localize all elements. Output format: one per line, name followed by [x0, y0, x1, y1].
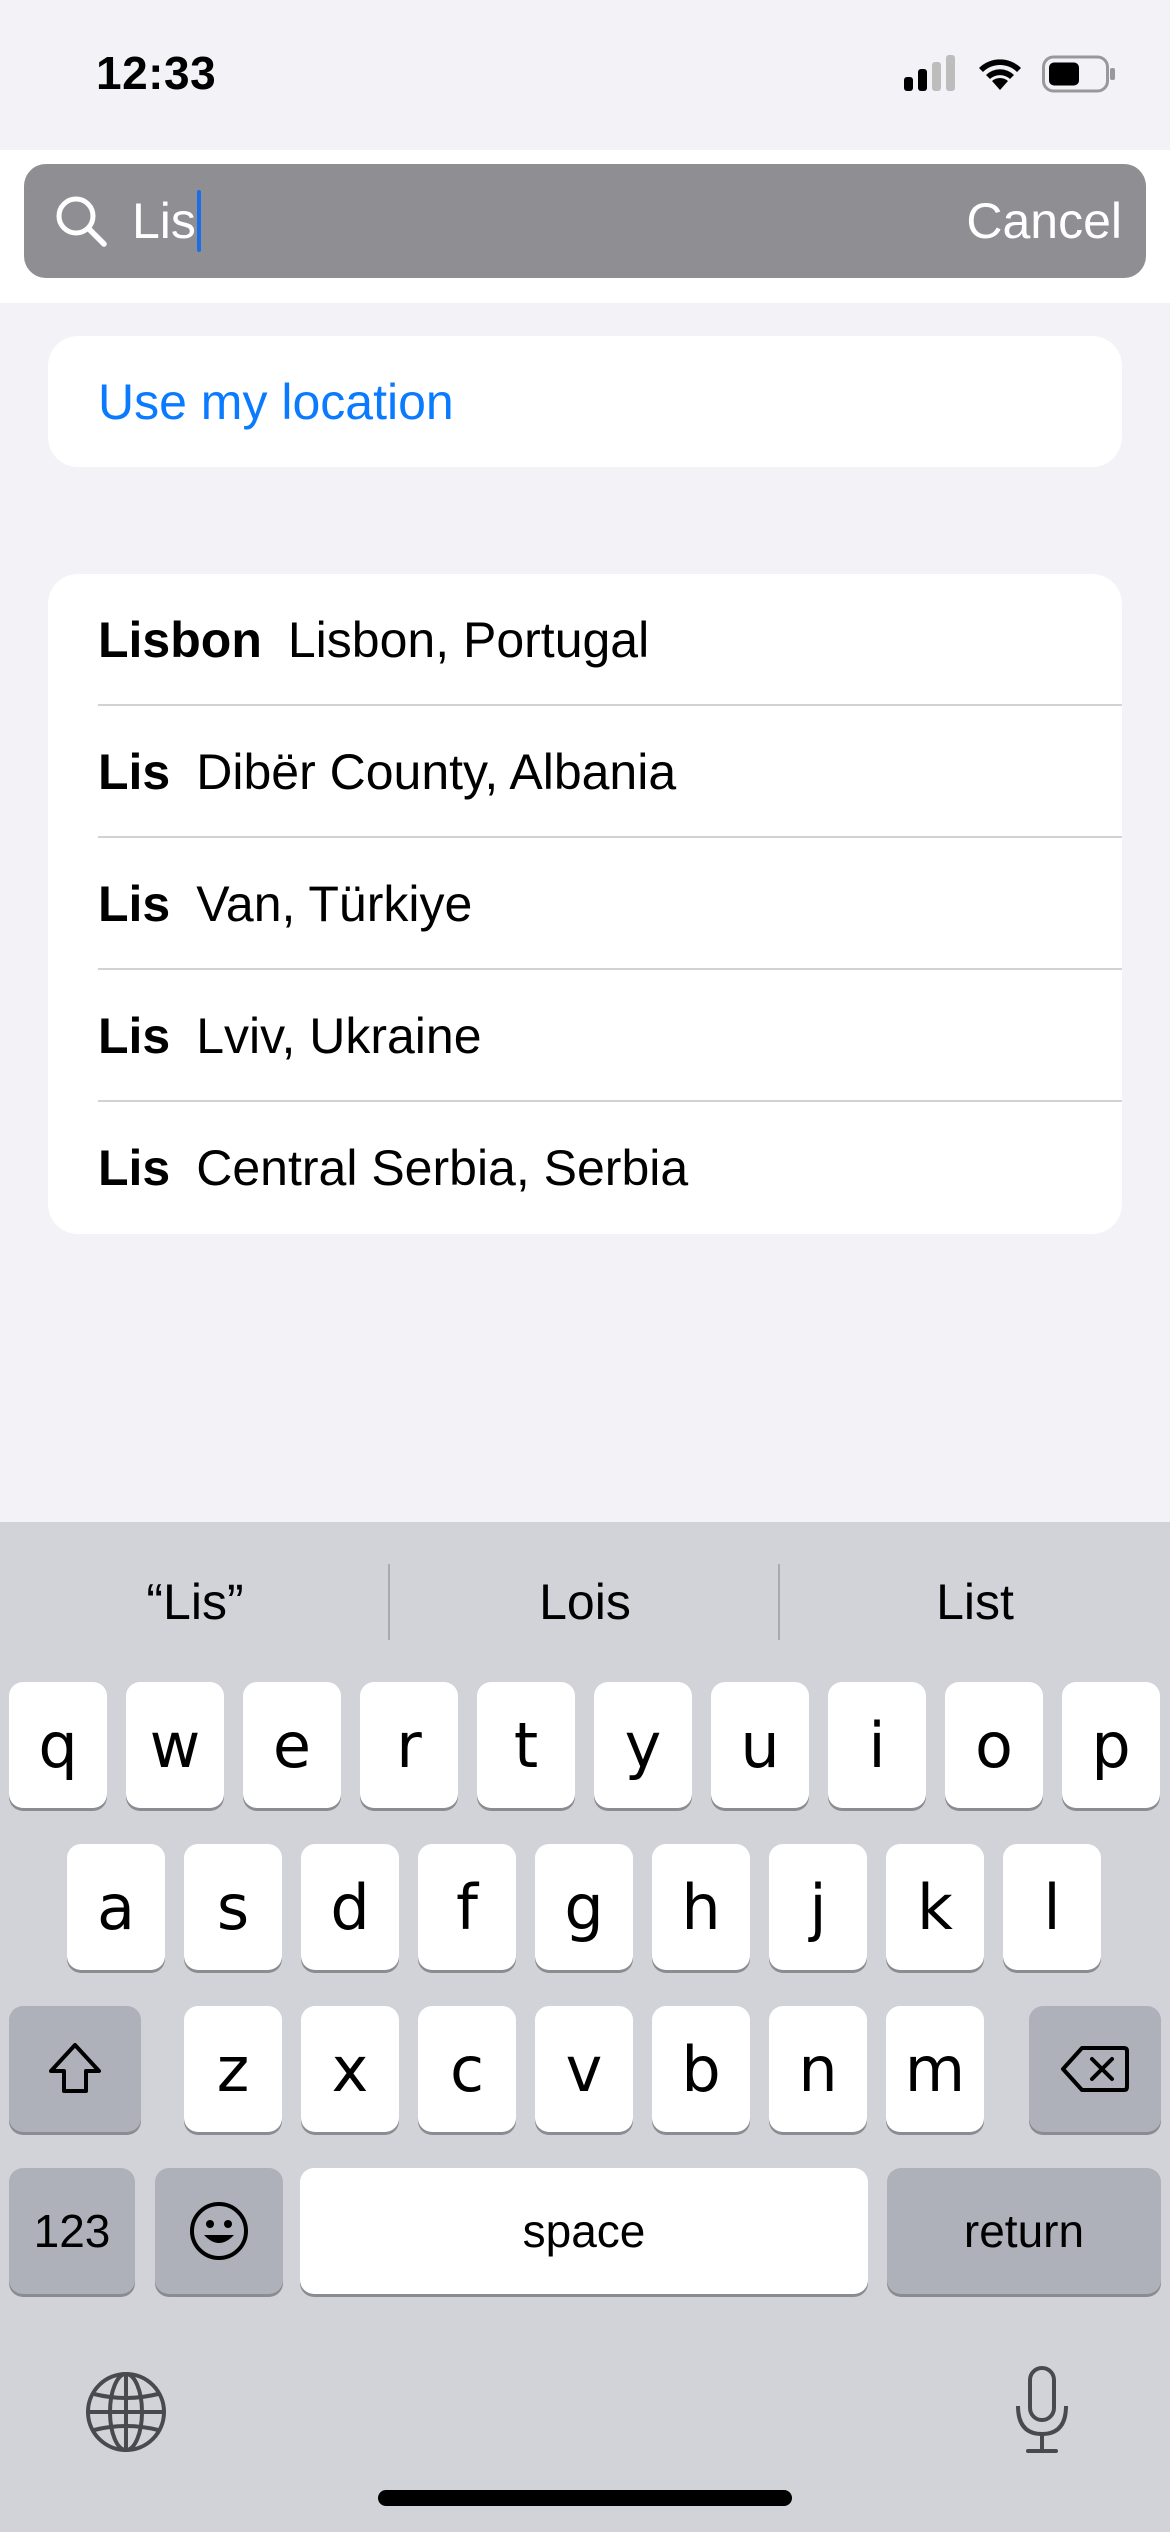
- use-location-card[interactable]: Use my location: [48, 336, 1122, 467]
- key-g[interactable]: g: [535, 1844, 633, 1970]
- key-s[interactable]: s: [184, 1844, 282, 1970]
- result-row[interactable]: Lis Van, Türkiye: [48, 838, 1122, 970]
- key-p[interactable]: p: [1062, 1682, 1160, 1808]
- key-x[interactable]: x: [301, 2006, 399, 2132]
- key-c[interactable]: c: [418, 2006, 516, 2132]
- search-results-list: Lisbon Lisbon, Portugal Lis Dibër County…: [48, 574, 1122, 1234]
- key-d[interactable]: d: [301, 1844, 399, 1970]
- key-z[interactable]: z: [184, 2006, 282, 2132]
- key-b[interactable]: b: [652, 2006, 750, 2132]
- result-row[interactable]: Lisbon Lisbon, Portugal: [48, 574, 1122, 706]
- wifi-icon: [979, 59, 1021, 90]
- cellular-signal-icon: [904, 55, 955, 91]
- search-header: Lis Cancel: [0, 150, 1170, 303]
- key-q[interactable]: q: [9, 1682, 107, 1808]
- key-u[interactable]: u: [711, 1682, 809, 1808]
- result-name: Lis: [98, 1008, 171, 1064]
- key-h[interactable]: h: [652, 1844, 750, 1970]
- search-input[interactable]: Lis: [132, 186, 832, 256]
- key-l[interactable]: l: [1003, 1844, 1101, 1970]
- key-j[interactable]: j: [769, 1844, 867, 1970]
- result-name: Lis: [98, 876, 171, 932]
- key-y[interactable]: y: [594, 1682, 692, 1808]
- emoji-key[interactable]: [155, 2168, 283, 2294]
- result-name: Lisbon: [98, 612, 262, 668]
- microphone-icon[interactable]: [1010, 2364, 1074, 2456]
- key-w[interactable]: w: [126, 1682, 224, 1808]
- status-icons: [904, 54, 1116, 94]
- key-k[interactable]: k: [886, 1844, 984, 1970]
- key-v[interactable]: v: [535, 2006, 633, 2132]
- battery-icon: [1042, 55, 1115, 93]
- text-caret: [196, 190, 201, 252]
- key-a[interactable]: a: [67, 1844, 165, 1970]
- shift-key[interactable]: [9, 2006, 141, 2132]
- result-region: Van, Türkiye: [196, 876, 473, 932]
- search-bar[interactable]: Lis Cancel: [24, 164, 1146, 278]
- result-row[interactable]: Lis Dibër County, Albania: [48, 706, 1122, 838]
- backspace-icon: [1061, 2046, 1129, 2092]
- key-e[interactable]: e: [243, 1682, 341, 1808]
- return-key[interactable]: return: [887, 2168, 1161, 2294]
- globe-icon[interactable]: [84, 2370, 168, 2454]
- emoji-icon: [190, 2202, 248, 2260]
- key-o[interactable]: o: [945, 1682, 1043, 1808]
- status-bar: 12:33: [0, 0, 1170, 150]
- key-t[interactable]: t: [477, 1682, 575, 1808]
- shift-icon: [49, 2043, 101, 2093]
- suggestion-2[interactable]: Lois: [390, 1562, 780, 1642]
- suggestion-3[interactable]: List: [780, 1562, 1170, 1642]
- result-region: Lviv, Ukraine: [196, 1008, 482, 1064]
- key-n[interactable]: n: [769, 2006, 867, 2132]
- result-region: Dibër County, Albania: [196, 744, 677, 800]
- space-key[interactable]: space: [300, 2168, 868, 2294]
- result-region: Central Serbia, Serbia: [196, 1140, 689, 1196]
- key-m[interactable]: m: [886, 2006, 984, 2132]
- delete-key[interactable]: [1029, 2006, 1161, 2132]
- use-my-location-button[interactable]: Use my location: [98, 336, 454, 467]
- predictive-text-bar: “Lis” Lois List: [0, 1522, 1170, 1678]
- search-icon: [56, 196, 107, 247]
- key-i[interactable]: i: [828, 1682, 926, 1808]
- result-row[interactable]: Lis Central Serbia, Serbia: [48, 1102, 1122, 1234]
- result-name: Lis: [98, 744, 171, 800]
- key-r[interactable]: r: [360, 1682, 458, 1808]
- status-time: 12:33: [96, 47, 217, 99]
- result-name: Lis: [98, 1140, 171, 1196]
- search-query: Lis: [132, 193, 196, 249]
- keyboard: “Lis” Lois List q w e r t y u i o p a s …: [0, 1522, 1170, 2532]
- suggestion-1[interactable]: “Lis”: [0, 1562, 390, 1642]
- numbers-key[interactable]: 123: [9, 2168, 135, 2294]
- result-row[interactable]: Lis Lviv, Ukraine: [48, 970, 1122, 1102]
- key-f[interactable]: f: [418, 1844, 516, 1970]
- cancel-button[interactable]: Cancel: [966, 186, 1122, 256]
- result-region: Lisbon, Portugal: [287, 612, 650, 668]
- home-indicator: [378, 2490, 792, 2506]
